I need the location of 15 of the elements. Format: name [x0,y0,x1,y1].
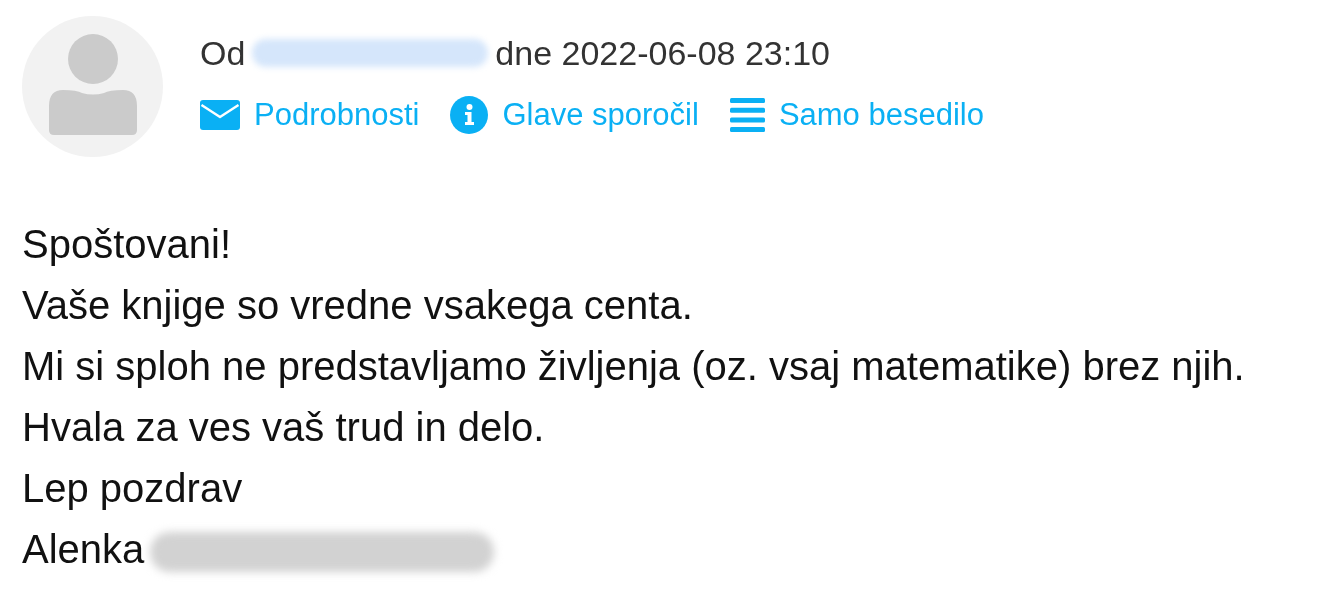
sent-date: dne 2022-06-08 23:10 [495,33,830,73]
envelope-icon [200,100,240,130]
message-line: Hvala za ves vaš trud in delo. [22,404,545,451]
from-label: Od [200,33,246,73]
header-link[interactable]: Samo besedilo [729,95,984,135]
user-silhouette-icon [22,16,163,157]
message-line: Lep pozdrav [22,465,243,512]
message-line: Mi si sploh ne predstavljamo življenja (oz. vsaj matematike) brez njih. [22,343,1245,390]
message-line: Spoštovani! [22,221,232,268]
header-link[interactable]: Podrobnosti [200,95,420,135]
text-lines-icon [729,98,765,132]
signature-name: Alenka [22,526,145,573]
header-link[interactable]: Glave sporočil [450,95,699,135]
info-icon [450,96,489,134]
message-line: Vaše knjige so vredne vsakega centa. [22,282,693,329]
